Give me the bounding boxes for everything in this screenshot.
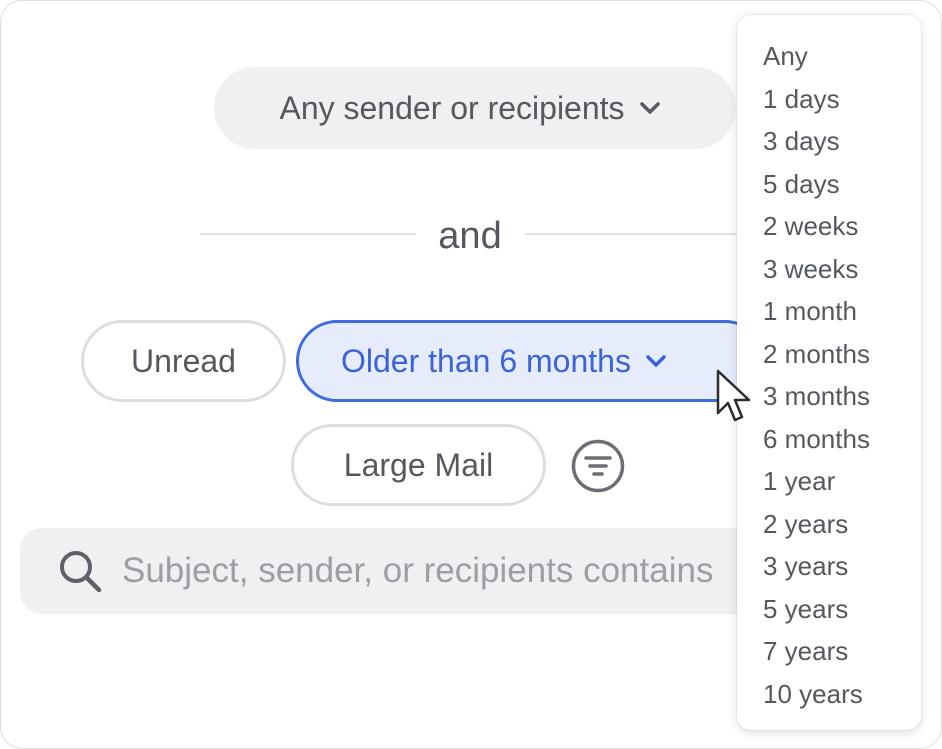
menu-option-5-years[interactable]: 5 years [737, 588, 921, 631]
and-label: and [438, 215, 502, 257]
filter-panel: Any sender or recipients and Unread Olde… [0, 0, 942, 749]
search-icon [58, 549, 104, 600]
menu-option-6-months[interactable]: 6 months [737, 418, 921, 461]
large-mail-filter-label: Large Mail [343, 446, 494, 483]
filter-options-button[interactable] [570, 438, 626, 499]
search-bar [20, 528, 810, 614]
menu-option-3-days[interactable]: 3 days [737, 120, 921, 163]
menu-option-7-years[interactable]: 7 years [737, 630, 921, 673]
menu-option-3-weeks[interactable]: 3 weeks [737, 248, 921, 291]
sender-filter-dropdown[interactable]: Any sender or recipients [214, 67, 736, 149]
menu-option-any[interactable]: Any [737, 35, 921, 78]
menu-option-2-years[interactable]: 2 years [737, 503, 921, 546]
divider-left [200, 233, 416, 235]
chevron-down-icon [639, 101, 661, 115]
menu-option-2-weeks[interactable]: 2 weeks [737, 205, 921, 248]
menu-option-1-days[interactable]: 1 days [737, 78, 921, 121]
large-mail-filter-chip[interactable]: Large Mail [291, 424, 546, 506]
unread-filter-label: Unread [131, 342, 236, 379]
age-options-menu: Any 1 days 3 days 5 days 2 weeks 3 weeks… [737, 15, 921, 730]
sender-filter-label: Any sender or recipients [279, 89, 625, 126]
menu-option-10-years[interactable]: 10 years [737, 673, 921, 716]
mouse-cursor-icon [715, 369, 755, 427]
search-input[interactable] [122, 528, 802, 614]
menu-option-3-months[interactable]: 3 months [737, 375, 921, 418]
menu-option-2-months[interactable]: 2 months [737, 333, 921, 376]
older-than-filter-label: Older than 6 months [341, 342, 631, 379]
menu-option-1-year[interactable]: 1 year [737, 460, 921, 503]
filter-icon [570, 438, 626, 499]
menu-option-3-years[interactable]: 3 years [737, 545, 921, 588]
unread-filter-chip[interactable]: Unread [81, 320, 286, 402]
menu-option-5-days[interactable]: 5 days [737, 163, 921, 206]
chevron-down-icon [645, 354, 667, 368]
divider-right [525, 233, 737, 235]
older-than-filter-chip[interactable]: Older than 6 months [296, 320, 766, 402]
menu-option-1-month[interactable]: 1 month [737, 290, 921, 333]
